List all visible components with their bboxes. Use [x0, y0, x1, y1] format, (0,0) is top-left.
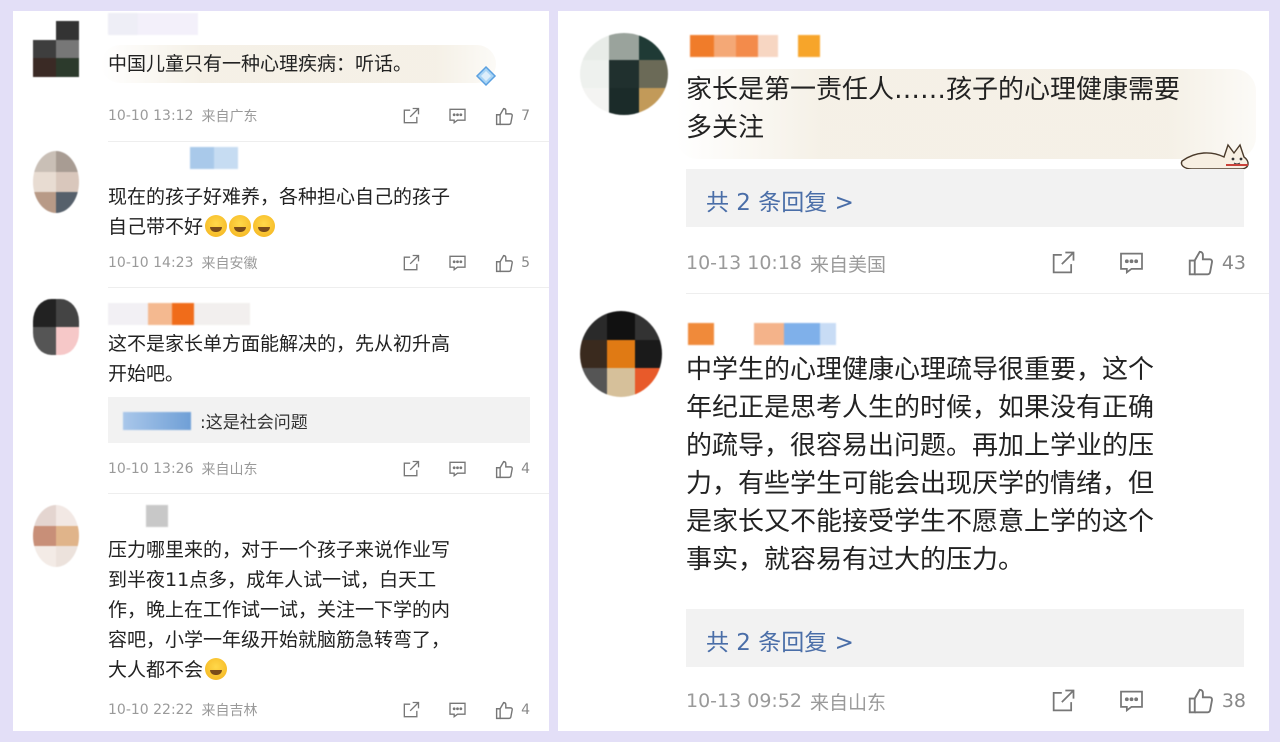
like-button[interactable]: 7: [494, 106, 530, 127]
like-count: 4: [521, 702, 530, 718]
avatar[interactable]: [33, 299, 79, 355]
diamond-icon: [475, 65, 497, 87]
view-replies-button[interactable]: 共 2 条回复 >: [686, 169, 1244, 227]
divider: [108, 493, 549, 494]
comment-text: 这不是家长单方面能解决的，先从初升高 开始吧。: [108, 333, 451, 385]
divider: [108, 287, 549, 288]
share-icon: [1052, 251, 1075, 274]
comment-text: 现在的孩子好难养，各种担心自己的孩子 自己带不好: [108, 182, 528, 242]
comment-text-content: 压力哪里来的，对于一个孩子来说作业写 到半夜11点多，成年人试一试，白天工 作，…: [108, 539, 451, 681]
share-button[interactable]: [401, 106, 421, 126]
sub-reply-box[interactable]: :这是社会问题: [108, 397, 530, 443]
crying-face-icon: [229, 215, 252, 237]
comment-button[interactable]: [447, 106, 468, 126]
comment-meta: 10-10 22:22 来自吉林 4: [108, 699, 530, 721]
thumbs-up-icon: [1188, 688, 1213, 714]
share-button[interactable]: [1049, 249, 1077, 277]
location: 来自广东: [201, 109, 258, 125]
comment-text: 中学生的心理健康心理疏导很重要，这个 年纪正是思考人生的时候，如果没有正确 的疏…: [686, 355, 1155, 575]
like-button[interactable]: 5: [494, 253, 530, 274]
thumbs-up-icon: [496, 460, 514, 478]
thumbs-up-icon: [496, 107, 514, 125]
location: 来自山东: [810, 691, 887, 714]
view-replies-label[interactable]: 共 2 条回复 >: [706, 623, 854, 657]
cat-sticker-icon: [1178, 129, 1256, 171]
comment-icon: [449, 108, 466, 124]
comment-meta: 10-13 09:52 来自山东 38: [686, 686, 1246, 716]
comment-icon: [1119, 252, 1143, 275]
divider: [686, 293, 1269, 294]
timestamp: 10-10 13:26: [108, 461, 194, 477]
comment-icon: [1119, 690, 1143, 713]
comment-button[interactable]: [447, 459, 468, 479]
like-button[interactable]: 4: [494, 459, 530, 480]
sub-reply-text: :这是社会问题: [200, 413, 308, 433]
username[interactable]: [108, 13, 198, 35]
avatar[interactable]: [580, 311, 662, 397]
like-button[interactable]: 4: [494, 700, 530, 721]
crying-face-icon: [205, 215, 228, 237]
thumbs-up-icon: [496, 701, 514, 719]
comment-icon: [449, 255, 466, 271]
comment-icon: [449, 461, 466, 477]
thumbs-up-icon: [496, 254, 514, 272]
comment-icon: [449, 702, 466, 718]
comment-button[interactable]: [1117, 687, 1146, 715]
like-count: 4: [521, 461, 530, 477]
avatar[interactable]: [33, 21, 79, 77]
timestamp: 10-13 09:52: [686, 690, 803, 712]
share-button[interactable]: [401, 700, 421, 720]
timestamp: 10-13 10:18: [686, 252, 803, 274]
view-replies-label[interactable]: 共 2 条回复 >: [706, 183, 854, 217]
comment-text: 家长是第一责任人……孩子的心理健康需要 多关注: [686, 75, 1181, 143]
share-button[interactable]: [401, 253, 421, 273]
comment-button[interactable]: [447, 700, 468, 720]
timestamp: 10-10 14:23: [108, 255, 194, 271]
username[interactable]: [690, 35, 820, 57]
share-icon: [403, 254, 420, 271]
like-count: 5: [521, 255, 530, 271]
location: 来自吉林: [201, 703, 258, 719]
left-comment-panel: 中国儿童只有一种心理疾病：听话。 10-10 13:12 来自广东 7 现在的孩…: [13, 11, 549, 731]
comment-text: 中国儿童只有一种心理疾病：听话。: [108, 53, 413, 75]
username[interactable]: [146, 505, 168, 527]
comment-text: 压力哪里来的，对于一个孩子来说作业写 到半夜11点多，成年人试一试，白天工 作，…: [108, 535, 528, 685]
like-count: 38: [1221, 690, 1246, 712]
username[interactable]: [688, 323, 836, 345]
comment-meta: 10-10 14:23 来自安徽 5: [108, 252, 530, 274]
share-button[interactable]: [401, 459, 421, 479]
comment-button[interactable]: [447, 253, 468, 273]
username[interactable]: [190, 147, 238, 169]
comment-text-content: 现在的孩子好难养，各种担心自己的孩子 自己带不好: [108, 186, 451, 238]
location: 来自山东: [201, 462, 258, 478]
share-icon: [403, 107, 420, 124]
crying-face-icon: [253, 215, 276, 237]
username[interactable]: [108, 303, 250, 325]
timestamp: 10-10 13:12: [108, 108, 194, 124]
thumbs-up-icon: [1188, 250, 1213, 276]
divider: [108, 141, 549, 142]
like-button[interactable]: 43: [1186, 248, 1246, 278]
share-icon: [403, 460, 420, 477]
like-button[interactable]: 38: [1186, 686, 1246, 716]
like-count: 7: [521, 108, 530, 124]
location: 来自安徽: [201, 256, 258, 272]
like-count: 43: [1221, 252, 1246, 274]
avatar[interactable]: [33, 505, 79, 567]
share-button[interactable]: [1049, 687, 1077, 715]
avatar[interactable]: [580, 33, 668, 115]
avatar[interactable]: [33, 151, 79, 213]
location: 来自美国: [810, 253, 887, 276]
timestamp: 10-10 22:22: [108, 702, 194, 718]
sub-reply-username[interactable]: [123, 412, 191, 430]
crying-face-icon: [205, 658, 228, 680]
comment-meta: 10-10 13:12 来自广东 7: [108, 105, 530, 127]
share-icon: [1052, 689, 1075, 712]
comment-button[interactable]: [1117, 249, 1146, 277]
view-replies-button[interactable]: 共 2 条回复 >: [686, 609, 1244, 667]
comment-meta: 10-10 13:26 来自山东 4: [108, 458, 530, 480]
share-icon: [403, 701, 420, 718]
comment-meta: 10-13 10:18 来自美国 43: [686, 248, 1246, 278]
right-comment-panel: 家长是第一责任人……孩子的心理健康需要 多关注 共 2 条回复 > 10-13 …: [558, 11, 1269, 731]
